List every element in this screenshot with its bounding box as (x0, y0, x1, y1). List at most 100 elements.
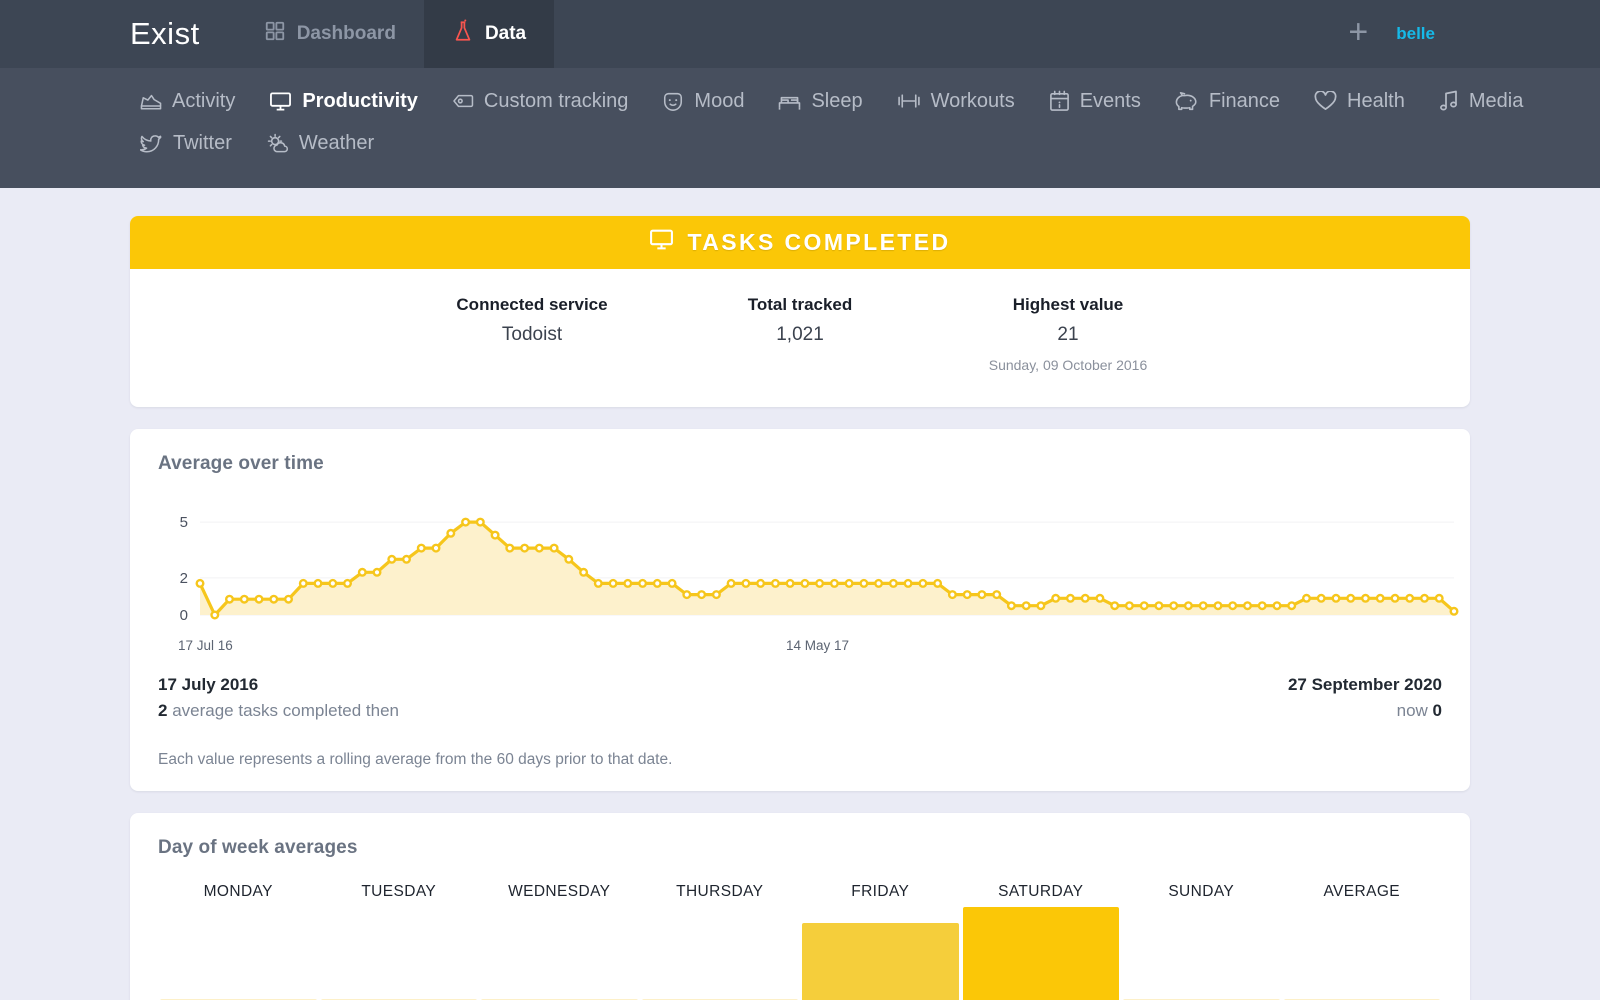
catnav-item-workouts[interactable]: Workouts (897, 84, 1015, 118)
catnav-item-productivity[interactable]: Productivity (269, 84, 418, 118)
catnav-label: Events (1079, 89, 1141, 112)
data-point (210, 610, 220, 620)
day-of-week-column[interactable]: SUNDAY (1121, 881, 1282, 1000)
catnav-item-health[interactable]: Health (1314, 84, 1405, 118)
main-content: TASKS COMPLETED Connected service Todois… (0, 188, 1600, 1000)
day-of-week-column[interactable]: SATURDAY (961, 881, 1122, 1000)
data-point (844, 578, 854, 588)
twitter-bird-icon (140, 133, 163, 153)
data-point (1360, 593, 1370, 603)
data-point (726, 578, 736, 588)
topbar-actions: + belle (1348, 0, 1600, 68)
data-point (224, 594, 234, 604)
x-tick-label: 17 Jul 16 (178, 638, 233, 653)
chart-start-info: 17 July 2016 2 average tasks completed t… (158, 672, 399, 725)
data-point (1051, 593, 1061, 603)
data-point (313, 578, 323, 588)
catnav-label: Finance (1208, 89, 1281, 112)
end-summary: now 0 (1288, 698, 1442, 724)
catnav-label: Sleep (811, 89, 863, 112)
catnav-item-sleep[interactable]: Sleep (778, 84, 863, 118)
average-over-time-svg: 0 2 5 (180, 514, 1459, 624)
day-label: THURSDAY (676, 882, 764, 900)
metric-title: TASKS COMPLETED (687, 229, 951, 255)
user-menu[interactable]: belle (1396, 24, 1435, 44)
data-point (711, 590, 721, 600)
day-label: TUESDAY (361, 882, 437, 900)
catnav-label: Twitter (173, 131, 232, 154)
catnav-item-media[interactable]: Media (1439, 84, 1523, 118)
data-point (756, 578, 766, 588)
day-of-week-column[interactable]: TUESDAY (319, 881, 480, 1000)
data-point (1065, 593, 1075, 603)
topnav-data-label: Data (484, 23, 527, 44)
catnav-item-twitter[interactable]: Twitter (140, 126, 232, 160)
data-point (623, 578, 633, 588)
data-point (667, 578, 677, 588)
data-point (1390, 593, 1400, 603)
catnav-label: Productivity (302, 89, 418, 112)
day-of-week-column[interactable]: WEDNESDAY (479, 881, 640, 1000)
catnav-item-custom-tracking[interactable]: Custom tracking (452, 84, 629, 118)
metric-stats-row: Connected service Todoist Total tracked … (130, 269, 1470, 407)
data-point (1124, 601, 1134, 611)
stat-total-tracked: Total tracked 1,021 (666, 295, 934, 373)
data-point (372, 567, 382, 577)
add-icon[interactable]: + (1348, 15, 1368, 53)
data-point (534, 543, 544, 553)
data-point (579, 567, 589, 577)
stat-label: Total tracked (747, 295, 853, 314)
data-point (357, 567, 367, 577)
catnav-item-weather[interactable]: Weather (266, 126, 374, 160)
day-of-week-column[interactable]: AVERAGE (1282, 881, 1443, 1000)
data-point (283, 594, 293, 604)
data-point (1405, 593, 1415, 603)
data-point (1434, 593, 1444, 603)
data-point (475, 517, 485, 527)
topnav-data[interactable]: Data (423, 0, 555, 68)
monitor-icon (649, 228, 674, 257)
app-logo[interactable]: Exist (0, 0, 200, 68)
data-point (682, 590, 692, 600)
day-of-week-column[interactable]: FRIDAY (800, 881, 961, 1000)
start-summary: 2 average tasks completed then (158, 698, 399, 724)
line-chart[interactable]: 0 2 5 (158, 501, 1459, 636)
data-point (401, 554, 411, 564)
topnav-dashboard-label: Dashboard (296, 23, 396, 44)
data-point (1213, 601, 1223, 611)
catnav-label: Custom tracking (483, 89, 629, 112)
chart-footer: 17 July 2016 2 average tasks completed t… (158, 672, 1442, 725)
day-label: FRIDAY (851, 882, 910, 900)
data-point (800, 578, 810, 588)
data-point (1198, 601, 1208, 611)
data-point (947, 590, 957, 600)
catnav-item-finance[interactable]: Finance (1175, 84, 1280, 118)
catnav-item-activity[interactable]: Activity (140, 84, 235, 118)
data-point (416, 543, 426, 553)
catnav-label: Mood (694, 89, 745, 112)
topnav-dashboard[interactable]: Dashboard (236, 0, 424, 68)
data-point (874, 578, 884, 588)
stat-spacer (130, 295, 398, 373)
data-point (1006, 601, 1016, 611)
catnav-item-mood[interactable]: Mood (662, 84, 744, 118)
data-point (446, 528, 456, 538)
data-point (1346, 593, 1356, 603)
day-label: MONDAY (203, 882, 273, 900)
data-point (815, 578, 825, 588)
data-point (638, 578, 648, 588)
end-prefix: now (1396, 701, 1428, 721)
data-point (254, 594, 264, 604)
data-point (918, 578, 928, 588)
chart-note: Each value represents a rolling average … (158, 750, 673, 768)
piggy-bank-icon (1175, 91, 1199, 112)
day-of-week-column[interactable]: MONDAY (158, 881, 319, 1000)
data-point (903, 578, 913, 588)
data-point (1139, 601, 1149, 611)
monitor-icon (269, 91, 292, 112)
catnav-label: Media (1468, 89, 1524, 112)
data-point (1316, 593, 1326, 603)
section-title: Day of week averages (158, 836, 358, 858)
day-of-week-column[interactable]: THURSDAY (640, 881, 801, 1000)
catnav-item-events[interactable]: Events (1049, 84, 1141, 118)
